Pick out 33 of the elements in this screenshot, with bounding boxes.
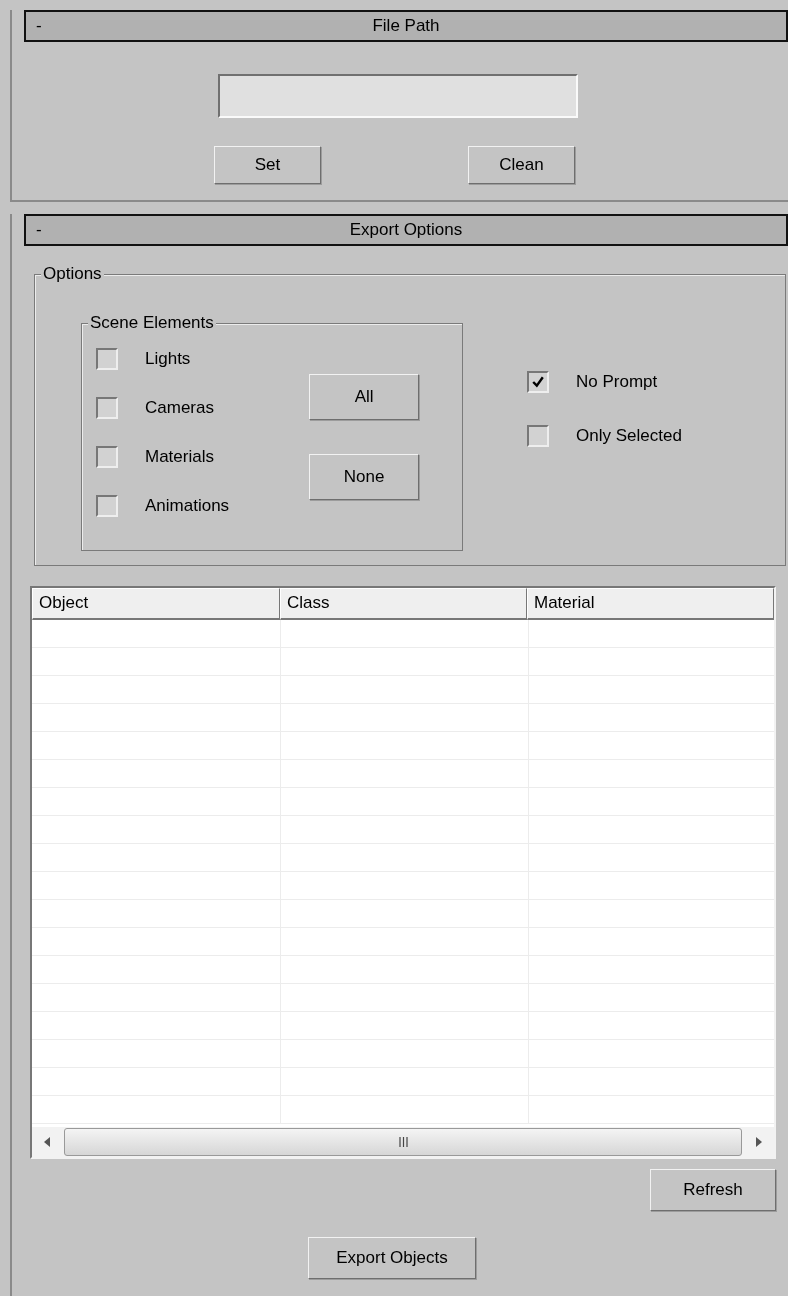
checkbox-label: Only Selected <box>576 426 682 446</box>
clean-button[interactable]: Clean <box>468 146 575 184</box>
checkbox[interactable] <box>96 397 118 419</box>
group-title: Options <box>41 264 104 284</box>
rollout-title: File Path <box>372 16 440 36</box>
rollout-header[interactable]: - Export Options <box>24 214 788 246</box>
right-arrow-icon[interactable] <box>756 1137 762 1147</box>
set-button[interactable]: Set <box>214 146 321 184</box>
collapse-symbol[interactable]: - <box>26 16 56 36</box>
collapse-symbol[interactable]: - <box>26 220 56 240</box>
rollout-header[interactable]: - File Path <box>24 10 788 42</box>
refresh-button[interactable]: Refresh <box>650 1169 776 1211</box>
checkbox[interactable] <box>96 446 118 468</box>
checkbox[interactable] <box>527 371 549 393</box>
column-header[interactable]: Class <box>280 588 527 620</box>
all-button[interactable]: All <box>309 374 420 420</box>
checkbox-label: No Prompt <box>576 372 658 392</box>
export-objects-button[interactable]: Export Objects <box>308 1237 476 1279</box>
checkbox[interactable] <box>96 348 118 370</box>
checkbox-label: Cameras <box>145 398 214 418</box>
grip-icon <box>398 1137 408 1147</box>
none-button[interactable]: None <box>309 454 420 500</box>
checkbox-label: Animations <box>145 496 230 516</box>
rollout-title: Export Options <box>349 220 463 240</box>
file-path-field[interactable] <box>218 74 578 118</box>
column-header[interactable]: Object <box>32 588 280 620</box>
column-header[interactable]: Material <box>527 588 774 620</box>
checkbox-label: Lights <box>145 349 191 369</box>
checkbox[interactable] <box>96 495 118 517</box>
left-arrow-icon[interactable] <box>44 1137 50 1147</box>
checkmark-icon <box>532 376 544 388</box>
checkbox[interactable] <box>527 425 549 447</box>
checkbox-label: Materials <box>145 447 214 467</box>
